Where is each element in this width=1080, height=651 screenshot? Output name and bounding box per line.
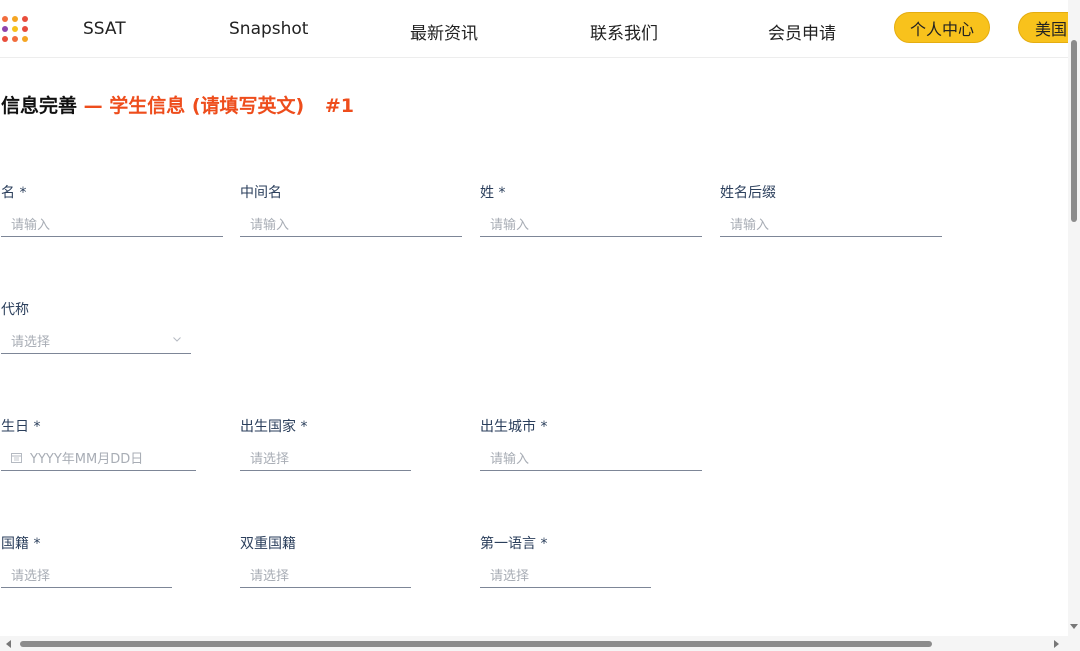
birthday-placeholder: YYYY年MM月DD日 (30, 452, 144, 467)
calendar-icon (11, 452, 22, 463)
horizontal-scrollbar[interactable] (0, 636, 1080, 651)
birthday-date-picker[interactable]: YYYY年MM月DD日 (1, 445, 196, 471)
middle-name-placeholder: 请输入 (250, 218, 290, 233)
first-language-select[interactable]: 请选择 (480, 562, 651, 588)
birthday-field: 生日 * YYYY年MM月DD日 (1, 416, 196, 471)
vertical-scrollbar-thumb[interactable] (1071, 40, 1077, 222)
nav-link-contact[interactable]: 联系我们 (590, 19, 658, 44)
pronoun-placeholder: 请选择 (11, 335, 51, 350)
birthday-label: 生日 * (1, 419, 41, 435)
pronoun-select[interactable]: 请选择 (1, 328, 191, 354)
dual-nationality-label: 双重国籍 (240, 536, 296, 552)
middle-name-field: 中间名 请输入 (240, 182, 462, 237)
nav-link-ssat[interactable]: SSAT (83, 19, 126, 39)
birth-city-input[interactable]: 请输入 (480, 445, 702, 471)
birth-city-placeholder: 请输入 (490, 452, 530, 467)
birth-country-select[interactable]: 请选择 (240, 445, 411, 471)
middle-name-input[interactable]: 请输入 (240, 211, 462, 237)
first-language-label: 第一语言 * (480, 536, 548, 552)
birth-city-field: 出生城市 * 请输入 (480, 416, 702, 471)
nationality-label: 国籍 * (1, 536, 41, 552)
birth-country-field: 出生国家 * 请选择 (240, 416, 411, 471)
horizontal-scrollbar-thumb[interactable] (20, 641, 932, 647)
page-title-index: #1 (324, 95, 355, 117)
personal-center-button[interactable]: 个人中心 (894, 12, 990, 43)
nationality-select[interactable]: 请选择 (1, 562, 172, 588)
first-language-placeholder: 请选择 (490, 569, 530, 584)
first-name-field: 名 * 请输入 (1, 182, 223, 237)
dual-nationality-select[interactable]: 请选择 (240, 562, 411, 588)
name-suffix-input[interactable]: 请输入 (720, 211, 942, 237)
first-name-label: 名 * (1, 185, 27, 201)
first-language-field: 第一语言 * 请选择 (480, 533, 651, 588)
first-name-placeholder: 请输入 (11, 218, 51, 233)
page-title-main: 信息完善 (1, 95, 78, 117)
nav-link-news[interactable]: 最新资讯 (410, 19, 478, 44)
last-name-placeholder: 请输入 (490, 218, 530, 233)
nationality-placeholder: 请选择 (11, 569, 51, 584)
page-title: 信息完善 — 学生信息 (请填写英文) #1 (1, 91, 354, 118)
nav-link-membership[interactable]: 会员申请 (768, 19, 836, 44)
top-navigation: SSAT Snapshot 最新资讯 联系我们 会员申请 个人中心 美国 (0, 0, 1080, 58)
dual-nationality-placeholder: 请选择 (250, 569, 290, 584)
last-name-input[interactable]: 请输入 (480, 211, 702, 237)
nav-link-snapshot[interactable]: Snapshot (229, 19, 308, 39)
dot-grid-logo-icon[interactable] (2, 16, 30, 44)
page-title-section: — 学生信息 (请填写英文) (83, 95, 305, 117)
dual-nationality-field: 双重国籍 请选择 (240, 533, 411, 588)
birth-country-label: 出生国家 * (240, 419, 308, 435)
nationality-field: 国籍 * 请选择 (1, 533, 172, 588)
scroll-right-arrow-icon[interactable] (1054, 640, 1059, 648)
pronoun-label: 代称 (1, 302, 29, 318)
middle-name-label: 中间名 (240, 185, 282, 201)
last-name-label: 姓 * (480, 185, 506, 201)
birth-city-label: 出生城市 * (480, 419, 548, 435)
chevron-down-icon (173, 337, 181, 342)
last-name-field: 姓 * 请输入 (480, 182, 702, 237)
vertical-scrollbar[interactable] (1068, 0, 1080, 636)
first-name-input[interactable]: 请输入 (1, 211, 223, 237)
name-suffix-placeholder: 请输入 (730, 218, 770, 233)
birth-country-placeholder: 请选择 (250, 452, 290, 467)
pronoun-field: 代称 请选择 (1, 299, 191, 354)
scroll-left-arrow-icon[interactable] (6, 640, 11, 648)
name-suffix-field: 姓名后缀 请输入 (720, 182, 942, 237)
scroll-down-arrow-icon[interactable] (1070, 624, 1078, 629)
name-suffix-label: 姓名后缀 (720, 185, 776, 201)
